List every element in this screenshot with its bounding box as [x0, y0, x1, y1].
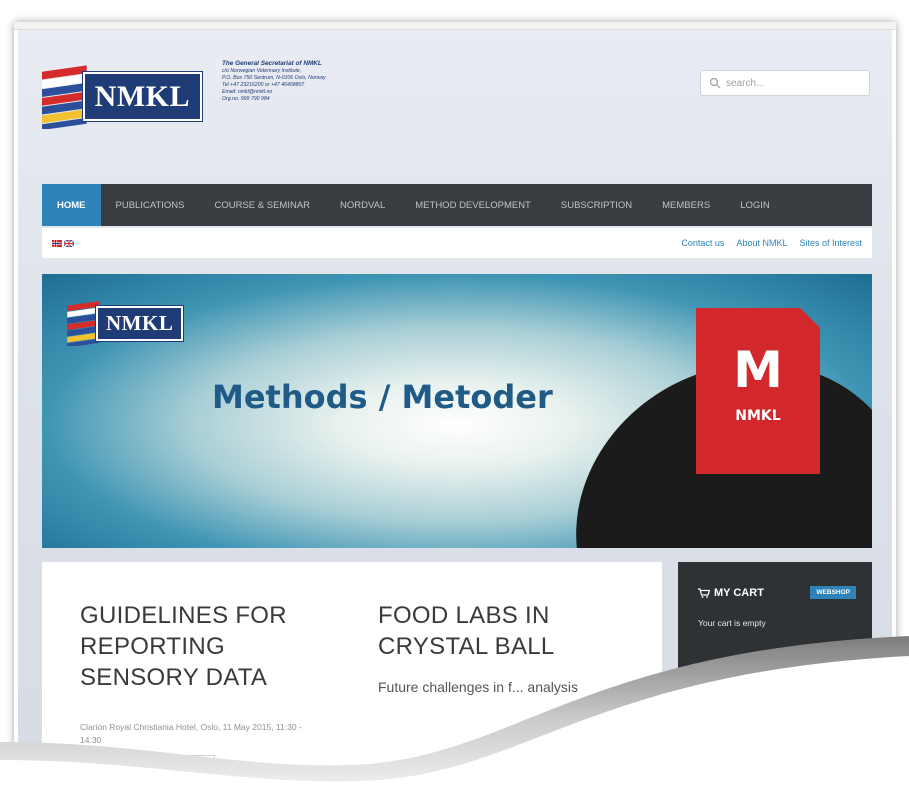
nav-item-login[interactable]: LOGIN [725, 184, 785, 226]
address-line: Org.no. 999 790 984 [222, 96, 270, 102]
address-title: The General Secretariat of NMKL [222, 60, 322, 67]
cart-empty-text: Your cart is empty [698, 618, 766, 628]
address-line: c/o Norwegian Veterinary Institute, [222, 68, 302, 74]
cart-sidebar: MY CART WEBSHOP Your cart is empty [678, 562, 872, 782]
shopping-cart-icon [698, 587, 710, 598]
article-guidelines: GUIDELINES FOR REPORTING SENSORY DATA Cl… [80, 600, 320, 772]
sites-of-interest-link[interactable]: Sites of Interest [799, 238, 862, 248]
language-switcher [52, 239, 74, 247]
nav-item-subscription[interactable]: SUBSCRIPTION [546, 184, 647, 226]
article-title[interactable]: GUIDELINES FOR REPORTING SENSORY DATA [80, 600, 320, 693]
nav-item-publications[interactable]: PUBLICATIONS [101, 184, 200, 226]
nav-item-members[interactable]: MEMBERS [647, 184, 725, 226]
about-nmkl-link[interactable]: About NMKL [736, 238, 787, 248]
article-food-labs: FOOD LABS IN CRYSTAL BALL Future challen… [378, 600, 608, 698]
hero-banner[interactable]: NMKL Methods / Metoder M NMKL [42, 274, 872, 548]
document-icon: M NMKL [696, 308, 820, 474]
nav-item-home[interactable]: HOME [42, 184, 101, 226]
cart-header: MY CART WEBSHOP [698, 586, 856, 599]
address-line: Tel +47 23216200 or +47 46408807 [222, 82, 305, 88]
webshop-button[interactable]: WEBSHOP [810, 586, 856, 599]
news-panel: GUIDELINES FOR REPORTING SENSORY DATA Cl… [42, 562, 662, 782]
article-form-button[interactable]: ...ORM [176, 755, 216, 772]
banner-title: Methods / Metoder [212, 378, 553, 416]
utility-links: Contact us About NMKL Sites of Interest [681, 238, 862, 248]
english-flag-icon[interactable] [64, 239, 74, 247]
document-label: NMKL [735, 408, 781, 424]
nav-item-method-development[interactable]: METHOD DEVELOPMENT [400, 184, 546, 226]
sub-bar: Contact us About NMKL Sites of Interest [42, 228, 872, 258]
contact-us-link[interactable]: Contact us [681, 238, 724, 248]
article-subtitle: Future challenges in f... analysis [378, 679, 578, 695]
address-line: P.O. Box 750 Sentrum, N-0106 Oslo, Norwa… [222, 75, 326, 81]
article-title[interactable]: FOOD LABS IN CRYSTAL BALL [378, 600, 608, 662]
address-line: Email: nmkl@nmkl.no [222, 89, 273, 95]
search-placeholder: search... [726, 77, 765, 89]
address-block: The General Secretariat of NMKL c/o Norw… [222, 60, 392, 103]
search-input[interactable]: search... [700, 70, 870, 96]
norwegian-flag-icon[interactable] [52, 239, 62, 247]
nordic-flags-icon [42, 65, 87, 129]
main-navigation: HOME PUBLICATIONS COURSE & SEMINAR NORDV… [42, 184, 872, 226]
nav-item-nordval[interactable]: NORDVAL [325, 184, 400, 226]
banner-logo-wordmark: NMKL [96, 305, 184, 341]
nav-item-course-seminar[interactable]: COURSE & SEMINAR [199, 184, 325, 226]
browser-top-strip [14, 22, 896, 30]
cart-title: MY CART [698, 587, 764, 599]
document-letter: M [733, 341, 783, 399]
search-icon [709, 77, 721, 89]
cart-title-text: MY CART [714, 586, 764, 599]
banner-logo: NMKL [66, 300, 184, 346]
logo-wordmark: NMKL [82, 71, 202, 121]
article-meta: Clarion Royal Christiania Hotel, Oslo, 1… [80, 722, 302, 745]
site-logo[interactable]: NMKL [42, 60, 202, 132]
screenshot-frame: NMKL The General Secretariat of NMKL c/o… [14, 22, 896, 782]
